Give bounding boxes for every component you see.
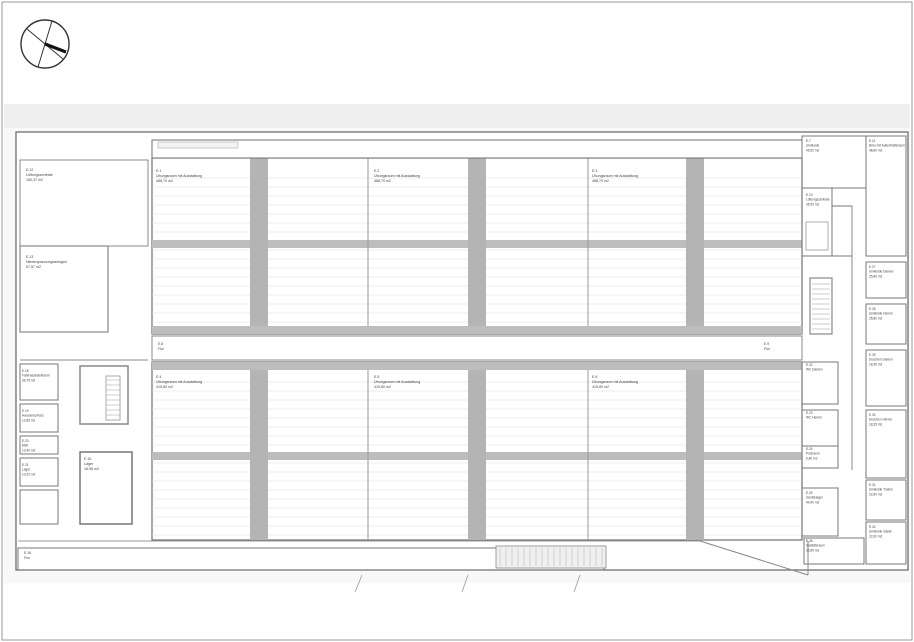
svg-text:22,60 m2: 22,60 m2 [869,534,883,538]
structural-column [250,158,268,334]
svg-text:E.29: E.29 [869,353,876,357]
svg-text:E.7: E.7 [806,139,811,143]
floor-plan-drawing: E.12 Lüftungszentrale 150,37 m2 E.13 Nieders… [0,0,914,642]
context-band [4,104,910,128]
svg-text:E.19: E.19 [22,409,29,413]
svg-text:E.25: E.25 [806,491,813,495]
svg-text:E.27: E.27 [869,265,876,269]
floor-plan-svg: E.12Lüftungszentrale150,37 m2E.13Nieders… [1,1,913,641]
svg-text:488,70 m2: 488,70 m2 [156,179,173,183]
svg-text:E.20: E.20 [22,439,29,443]
structural-column [686,158,704,334]
svg-text:18,35 m2: 18,35 m2 [869,362,883,366]
svg-text:488,70 m2: 488,70 m2 [592,179,609,183]
svg-text:25,80 m2: 25,80 m2 [869,316,883,320]
svg-text:488,70 m2: 488,70 m2 [374,179,391,183]
svg-text:12,85 m2: 12,85 m2 [22,418,36,422]
svg-text:48,80 m2: 48,80 m2 [869,148,883,152]
svg-text:E.24: E.24 [806,447,813,451]
svg-text:E.3: E.3 [592,169,597,173]
svg-text:E.22: E.22 [806,363,813,367]
svg-text:Übungsraum mit Ausstattung: Übungsraum mit Ausstattung [592,380,638,384]
svg-text:E.23: E.23 [806,411,813,415]
svg-text:Fahrradabstellraum: Fahrradabstellraum [22,374,50,378]
svg-text:E.28: E.28 [869,307,876,311]
svg-text:35,50 m2: 35,50 m2 [806,202,820,206]
svg-text:E.16: E.16 [24,551,31,555]
svg-text:10,20 m2: 10,20 m2 [22,472,36,476]
structural-column [250,362,268,540]
svg-text:Übungsraum mit Ausstattung: Übungsraum mit Ausstattung [156,380,202,384]
svg-text:44,90 m2: 44,90 m2 [806,500,820,504]
svg-text:E.13: E.13 [26,255,33,259]
svg-text:E.4: E.4 [156,375,161,379]
svg-text:Umkleide Damen: Umkleide Damen [869,270,894,274]
svg-text:57,57 m2: 57,57 m2 [26,265,41,269]
svg-text:Umkleide Herren: Umkleide Herren [869,312,893,316]
svg-text:Umkleide Gäste: Umkleide Gäste [869,530,892,534]
svg-text:Übungsraum mit Ausstattung: Übungsraum mit Ausstattung [374,380,420,384]
svg-text:415,80 m2: 415,80 m2 [156,385,173,389]
svg-text:WC Herren: WC Herren [806,416,822,420]
svg-text:Lager: Lager [84,462,94,466]
svg-text:Putzraum: Putzraum [806,452,820,456]
svg-text:Flur: Flur [158,347,165,351]
svg-text:E.10: E.10 [806,193,813,197]
svg-text:E.8: E.8 [158,342,163,346]
svg-text:Duschen Herren: Duschen Herren [869,418,892,422]
svg-text:Hausanschluss: Hausanschluss [22,414,44,418]
svg-text:Gerätelager: Gerätelager [806,496,824,500]
svg-text:22,60 m2: 22,60 m2 [869,492,883,496]
svg-text:E.21: E.21 [22,463,29,467]
svg-text:25,80 m2: 25,80 m2 [869,274,883,278]
structural-column [468,158,486,334]
svg-text:Übungsraum mit Ausstattung: Übungsraum mit Ausstattung [156,174,202,178]
structural-column [468,362,486,540]
svg-text:WC Damen: WC Damen [806,368,823,372]
svg-text:Flur: Flur [764,347,771,351]
svg-text:6,80 m2: 6,80 m2 [806,456,818,460]
svg-text:E.1: E.1 [156,169,161,173]
svg-text:36,75 m2: 36,75 m2 [22,378,36,382]
svg-text:Büro mit Aufenthaltsraum: Büro mit Aufenthaltsraum [869,144,905,148]
svg-text:E.5: E.5 [374,375,379,379]
svg-text:415,80 m2: 415,80 m2 [592,385,609,389]
svg-text:Duschen Damen: Duschen Damen [869,358,893,362]
svg-text:E.9: E.9 [764,342,769,346]
svg-text:E.30: E.30 [869,413,876,417]
svg-text:18,35 m2: 18,35 m2 [869,422,883,426]
svg-text:Sanitätsraum: Sanitätsraum [806,544,825,548]
svg-text:Flur: Flur [24,556,31,560]
svg-text:13,40 m2: 13,40 m2 [22,448,36,452]
svg-text:Übungsraum mit Ausstattung: Übungsraum mit Ausstattung [592,174,638,178]
svg-text:Umkleide: Umkleide [806,144,820,148]
top-strip [151,139,803,159]
svg-text:E.26: E.26 [806,539,813,543]
svg-text:415,80 m2: 415,80 m2 [374,385,391,389]
svg-text:22,85 m2: 22,85 m2 [806,548,820,552]
svg-text:E.11: E.11 [869,139,876,143]
structural-column [686,362,704,540]
svg-text:Übungsraum mit Ausstattung: Übungsraum mit Ausstattung [374,174,420,178]
svg-text:Niederspannungsanlagen: Niederspannungsanlagen [26,260,67,264]
svg-text:45,50 m2: 45,50 m2 [806,148,820,152]
svg-text:Umkleide Trainer: Umkleide Trainer [869,488,894,492]
central-corridor [151,335,803,361]
svg-text:Lager: Lager [22,468,31,472]
svg-text:E.12: E.12 [26,168,33,172]
svg-text:Lüftungszentrale: Lüftungszentrale [26,173,53,177]
svg-text:E.31: E.31 [869,483,876,487]
svg-text:Müll: Müll [22,444,28,448]
svg-text:E.15: E.15 [84,457,91,461]
svg-text:E.6: E.6 [592,375,597,379]
svg-text:Lüftungszentrale: Lüftungszentrale [806,198,830,202]
svg-text:16,98 m2: 16,98 m2 [84,467,99,471]
svg-text:150,37 m2: 150,37 m2 [26,178,43,182]
svg-text:E.32: E.32 [869,525,876,529]
svg-text:E.18: E.18 [22,369,29,373]
svg-text:E.2: E.2 [374,169,379,173]
